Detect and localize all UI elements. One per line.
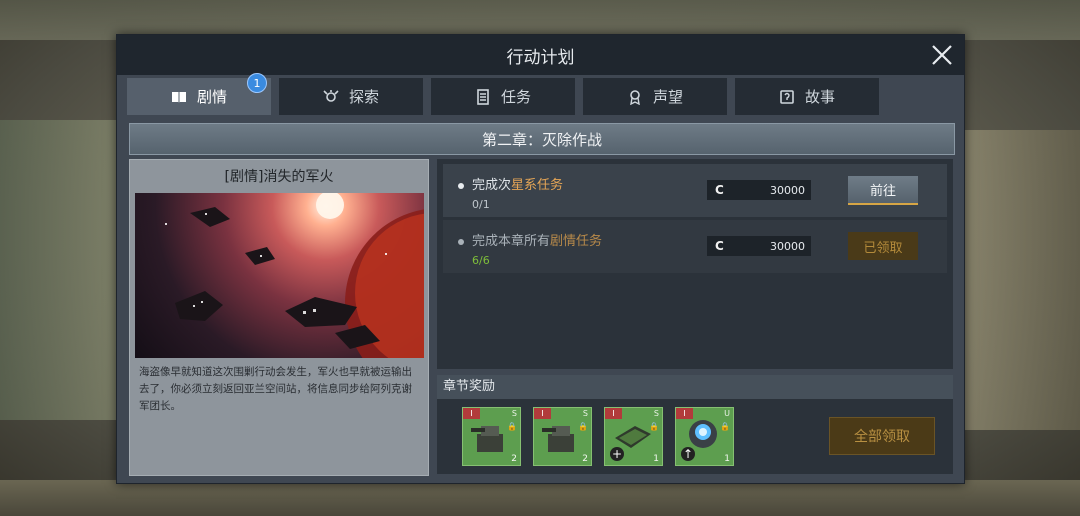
background-right (960, 130, 1080, 430)
window-title: 行动计划 (117, 35, 964, 75)
background-ground (0, 480, 1080, 516)
chapter-title: 第二章：灭除作战 (129, 123, 955, 155)
tab-tasks[interactable]: 任务 (431, 78, 575, 115)
reward-amount: 30000 (770, 240, 805, 253)
story-title: [剧情]消失的军火 (224, 169, 334, 185)
upgrade-arrow-icon: ↑ (681, 447, 695, 461)
story-description: 海盗像早就知道这次围剿行动会发生，军火也早就被运输出去了，你必须立刻返回亚兰空间… (139, 366, 412, 412)
tab-label: 剧情 (196, 88, 227, 106)
task-list: 完成次星系任务 0/1 C 30000 前往 完成本章所有剧情任务 6/6 C … (437, 159, 953, 369)
tab-label: 任务 (500, 88, 531, 106)
task-list-icon (477, 88, 489, 105)
task-text: 完成本章所有剧情任务 (472, 230, 602, 249)
tab-story[interactable]: 故事 (735, 78, 879, 115)
chapter-rewards: 章节奖励 I S 🔒 2 I S 🔒 2 I S 🔒 + 1 I U 🔒 ↑ 1… (437, 375, 953, 474)
item-quantity: 2 (511, 454, 517, 464)
task-row: 完成本章所有剧情任务 6/6 C 30000 已领取 (443, 220, 947, 273)
tab-label: 故事 (804, 88, 835, 106)
medal-icon (630, 89, 640, 105)
task-prefix: 完成 (472, 178, 499, 193)
task-reward: C 30000 (707, 236, 811, 256)
claim-all-button[interactable]: 全部领取 (829, 417, 935, 455)
book-icon (171, 91, 186, 103)
story-card: [剧情]消失的军火 海盗像早就知道这次围剿行动会发生，军火也早就被运输出去了，你… (129, 159, 429, 476)
reward-item[interactable]: I S 🔒 2 (533, 407, 592, 466)
close-icon[interactable] (928, 41, 956, 69)
bullet-icon (458, 239, 464, 245)
story-image (135, 193, 424, 358)
action-plan-window: 行动计划 剧情 1 探索 任务 声望 故事 第二章：灭除作战 [剧情]消失的军火 (116, 34, 965, 484)
task-highlight: 星系任务 (511, 178, 564, 193)
task-progress: 0/1 (472, 198, 490, 211)
reward-item[interactable]: I U 🔒 ↑ 1 (675, 407, 734, 466)
background-left (0, 120, 120, 420)
explore-icon (323, 89, 339, 102)
upgrade-plus-icon: + (610, 447, 624, 461)
tab-explore[interactable]: 探索 (279, 78, 423, 115)
claimed-button: 已领取 (848, 232, 918, 260)
reward-item[interactable]: I S 🔒 + 1 (604, 407, 663, 466)
item-quantity: 1 (653, 454, 659, 464)
item-quantity: 2 (582, 454, 588, 464)
credit-icon: C (715, 183, 724, 197)
task-row: 完成次星系任务 0/1 C 30000 前往 (443, 164, 947, 217)
task-progress: 6/6 (472, 254, 490, 267)
credit-icon: C (715, 239, 724, 253)
bullet-icon (458, 183, 464, 189)
task-text: 完成次星系任务 (472, 174, 563, 193)
task-highlight: 剧情任务 (550, 234, 603, 249)
story-icon (780, 89, 794, 104)
task-middle: 次 (498, 178, 512, 193)
item-quantity: 1 (724, 454, 730, 464)
tab-label: 探索 (348, 88, 379, 106)
tab-reputation[interactable]: 声望 (583, 78, 727, 115)
notification-badge: 1 (247, 73, 267, 93)
task-reward: C 30000 (707, 180, 811, 200)
task-prefix: 完成本章所有 (472, 234, 551, 249)
reward-item[interactable]: I S 🔒 2 (462, 407, 521, 466)
tab-bar: 剧情 1 探索 任务 声望 故事 (127, 73, 887, 115)
reward-amount: 30000 (770, 184, 805, 197)
tab-label: 声望 (652, 88, 683, 106)
tab-plot[interactable]: 剧情 1 (127, 73, 271, 115)
rewards-heading: 章节奖励 (437, 375, 953, 399)
goto-button[interactable]: 前往 (848, 176, 918, 205)
